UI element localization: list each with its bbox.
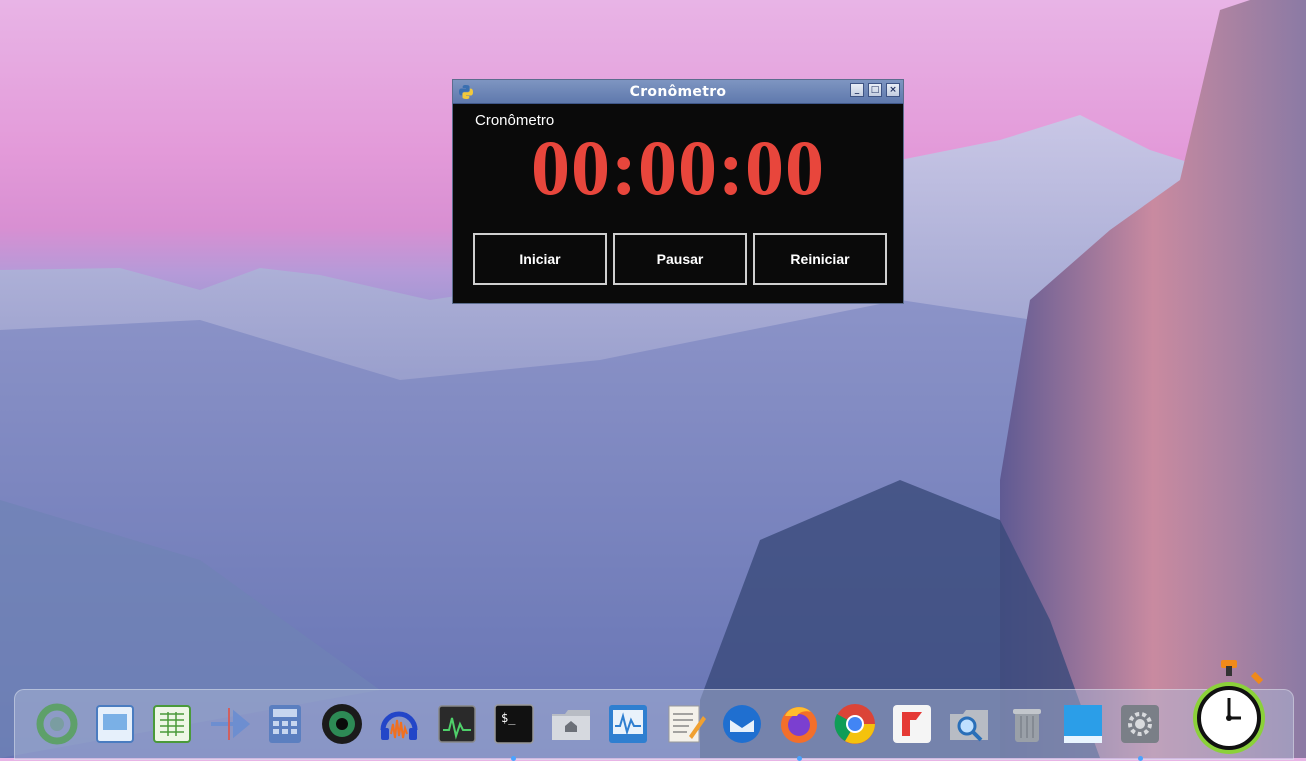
reset-button[interactable]: Reiniciar — [753, 233, 887, 285]
minimize-button[interactable]: _ — [850, 83, 864, 97]
dock: $_ — [14, 660, 1294, 761]
flathub-icon[interactable] — [890, 702, 934, 746]
maximize-button[interactable]: □ — [868, 83, 882, 97]
desktop-icon[interactable] — [1061, 702, 1105, 746]
stopwatch-icon[interactable] — [1185, 658, 1275, 758]
window-titlebar[interactable]: Cronômetro _ □ × — [453, 80, 903, 104]
settings-icon[interactable] — [1118, 702, 1162, 746]
launcher-icon[interactable] — [35, 702, 79, 746]
system-monitor-icon[interactable] — [435, 702, 479, 746]
audio-editor-icon[interactable] — [377, 702, 421, 746]
pause-button[interactable]: Pausar — [613, 233, 747, 285]
terminal-icon[interactable]: $_ — [492, 702, 536, 746]
window-title: Cronômetro — [629, 83, 727, 100]
camera-lens-icon[interactable] — [320, 702, 364, 746]
spreadsheet-icon[interactable] — [150, 702, 194, 746]
text-editor-icon[interactable] — [663, 702, 707, 746]
home-folder-icon[interactable] — [549, 702, 593, 746]
file-search-icon[interactable] — [947, 702, 991, 746]
activity-monitor-icon[interactable] — [606, 702, 650, 746]
chrome-icon[interactable] — [833, 702, 877, 746]
firefox-icon[interactable] — [777, 702, 821, 746]
calculator-icon[interactable] — [263, 702, 307, 746]
trash-icon[interactable] — [1005, 702, 1049, 746]
start-button[interactable]: Iniciar — [473, 233, 607, 285]
image-viewer-icon[interactable] — [93, 702, 137, 746]
time-display: 00:00:00 — [531, 124, 825, 211]
close-button[interactable]: × — [886, 83, 900, 97]
arrow-tool-icon[interactable] — [207, 702, 251, 746]
svg-text:$_: $_ — [501, 711, 516, 725]
mail-client-icon[interactable] — [720, 702, 764, 746]
stopwatch-window: Cronômetro _ □ × Cronômetro 00:00:00 Ini… — [452, 79, 904, 304]
